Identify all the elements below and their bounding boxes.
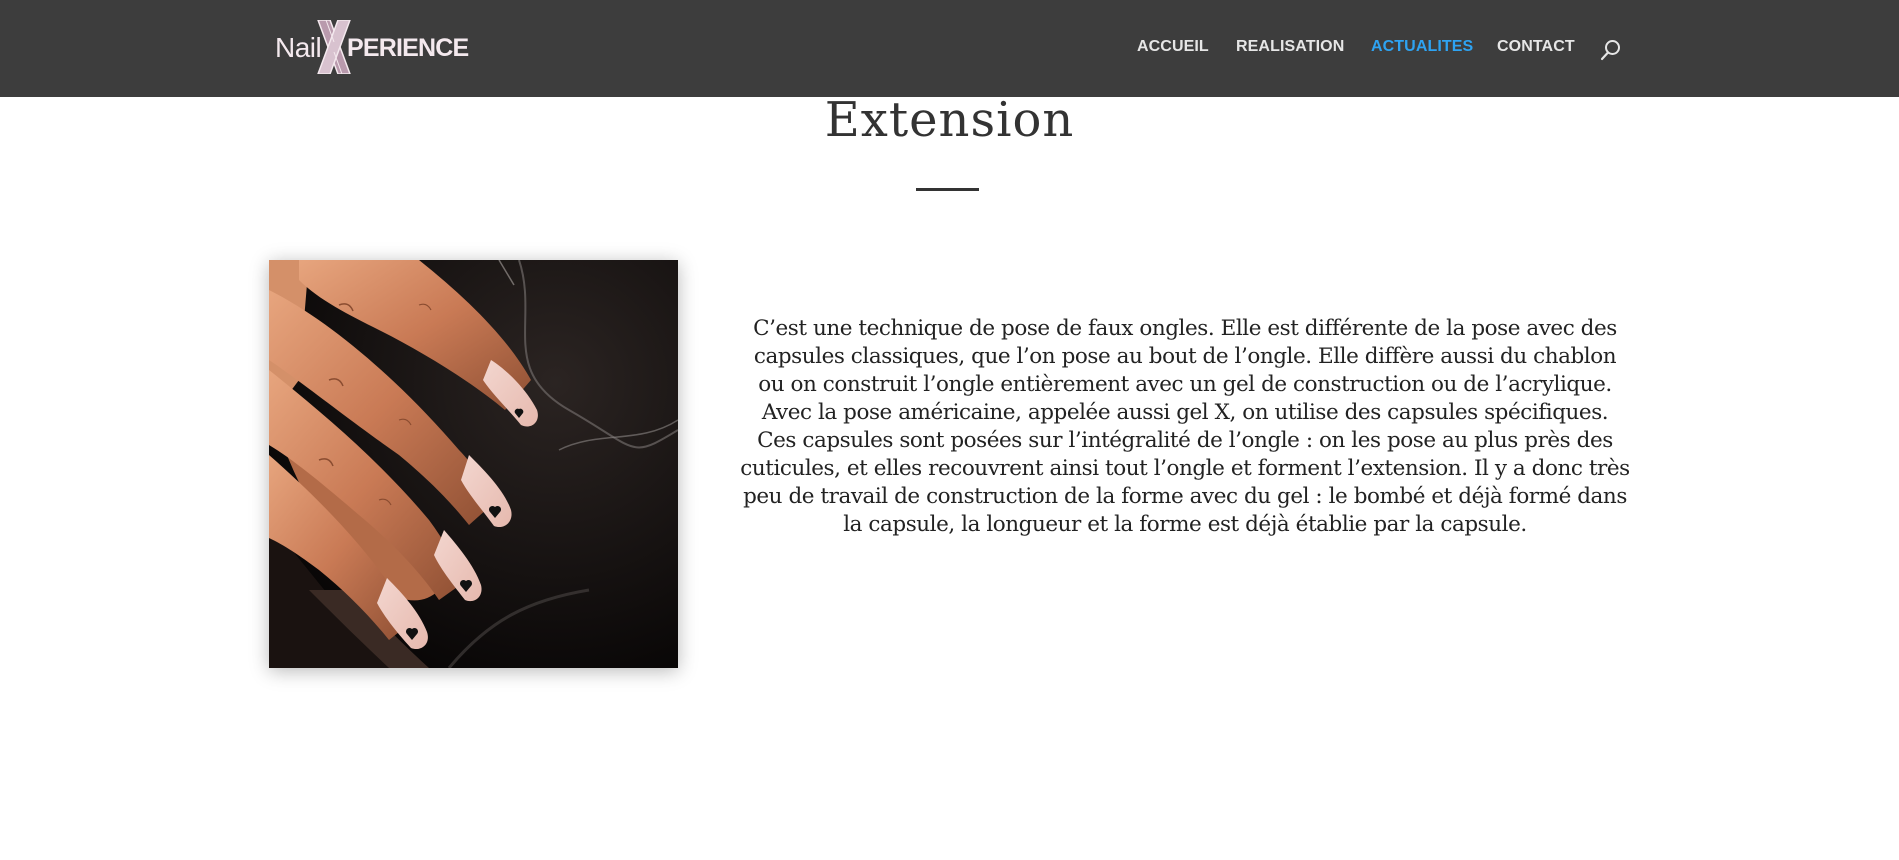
nav-item-accueil[interactable]: ACCUEIL — [1137, 38, 1209, 56]
page-title: Extension — [824, 92, 1075, 148]
description-text: C’est une technique de pose de faux ongl… — [740, 316, 1630, 537]
title-divider — [916, 188, 979, 191]
nails-photo — [269, 260, 678, 668]
nails-image — [269, 260, 678, 668]
nav-item-realisation[interactable]: REALISATION — [1236, 38, 1344, 56]
search-icon — [1600, 40, 1620, 61]
site-header: Nail PERIENCE ACCUEIL REALISATION ACTUAL… — [0, 0, 1899, 97]
nav-item-contact[interactable]: CONTACT — [1497, 38, 1575, 56]
nav-item-actualites[interactable]: ACTUALITES — [1371, 38, 1473, 56]
search-button[interactable] — [1599, 38, 1623, 62]
